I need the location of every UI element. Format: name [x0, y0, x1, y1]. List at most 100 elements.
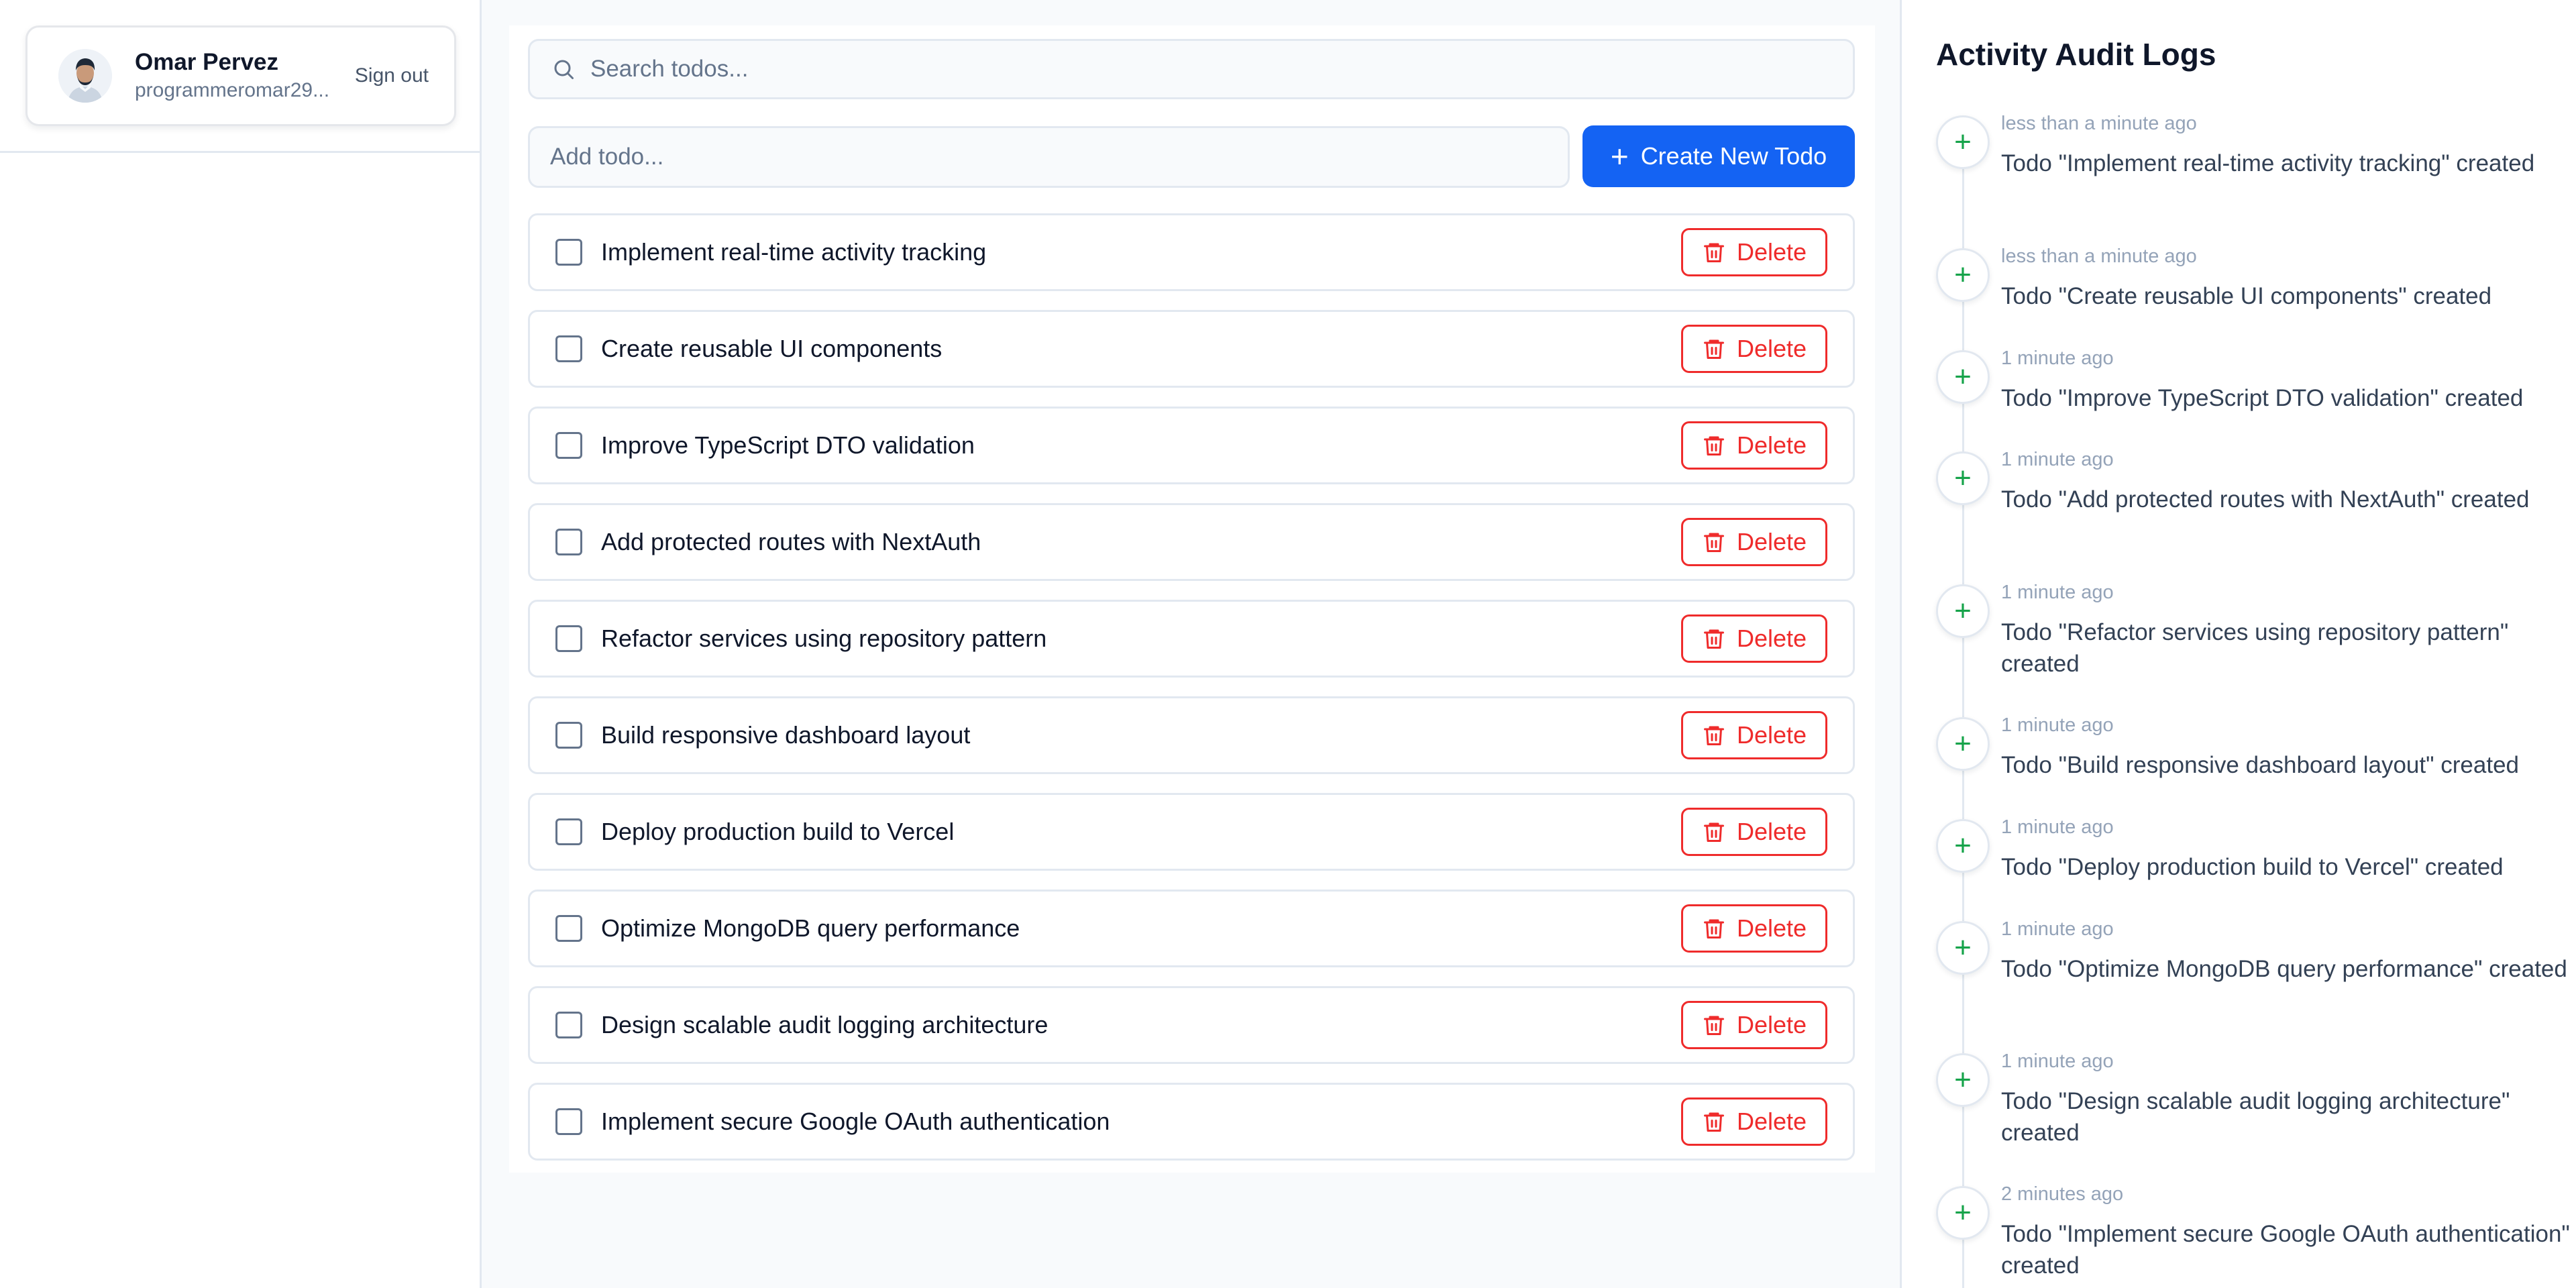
plus-icon: + — [1936, 819, 1990, 873]
trash-icon — [1703, 533, 1724, 552]
log-timestamp: 1 minute ago — [2001, 347, 2114, 369]
log-timestamp: 1 minute ago — [2001, 1051, 2114, 1072]
audit-title: Activity Audit Logs — [1936, 37, 2216, 72]
todo-text: Add protected routes with NextAuth — [601, 528, 981, 555]
avatar — [58, 49, 112, 103]
trash-icon — [1703, 1112, 1724, 1132]
delete-button[interactable]: Delete — [1681, 614, 1827, 663]
todo-checkbox[interactable] — [555, 722, 582, 749]
sign-out-button[interactable]: Sign out — [355, 64, 429, 87]
plus-icon: + — [1936, 115, 1990, 169]
create-todo-label: Create New Todo — [1640, 142, 1827, 170]
todo-checkbox[interactable] — [555, 432, 582, 459]
log-timestamp: 1 minute ago — [2001, 816, 2114, 838]
delete-label: Delete — [1736, 818, 1807, 845]
todo-text: Design scalable audit logging architectu… — [601, 1011, 1049, 1038]
delete-label: Delete — [1736, 238, 1807, 266]
todo-panel: + Create New Todo Implement real-time ac… — [509, 25, 1875, 1173]
log-message: Todo "Design scalable audit logging arch… — [2001, 1088, 2510, 1146]
user-email: programmeromar29... — [135, 79, 330, 101]
delete-label: Delete — [1736, 1011, 1807, 1038]
delete-button[interactable]: Delete — [1681, 904, 1827, 953]
delete-button[interactable]: Delete — [1681, 325, 1827, 373]
todo-item: Design scalable audit logging architectu… — [528, 986, 1855, 1064]
trash-icon — [1703, 436, 1724, 455]
plus-icon: + — [1936, 350, 1990, 404]
log-timestamp: 2 minutes ago — [2001, 1183, 2124, 1205]
log-message: Todo "Implement real-time activity track… — [2001, 150, 2535, 176]
search-input[interactable] — [590, 56, 1798, 83]
plus-icon: + — [1936, 717, 1990, 771]
todo-text: Create reusable UI components — [601, 335, 943, 362]
todo-text: Build responsive dashboard layout — [601, 721, 971, 749]
delete-button[interactable]: Delete — [1681, 1001, 1827, 1049]
todo-item: Implement secure Google OAuth authentica… — [528, 1083, 1855, 1161]
log-message: Todo "Build responsive dashboard layout"… — [2001, 752, 2519, 778]
add-todo-input[interactable] — [528, 126, 1570, 188]
delete-button[interactable]: Delete — [1681, 228, 1827, 276]
log-timestamp: 1 minute ago — [2001, 918, 2114, 940]
timeline-line — [1962, 140, 1964, 1288]
todo-text: Deploy production build to Vercel — [601, 818, 955, 845]
todo-item: Improve TypeScript DTO validation Delete — [528, 407, 1855, 484]
todo-item: Deploy production build to Vercel Delete — [528, 793, 1855, 871]
todo-item: Build responsive dashboard layout Delete — [528, 696, 1855, 774]
todo-checkbox[interactable] — [555, 1012, 582, 1038]
trash-icon — [1703, 726, 1724, 745]
todo-checkbox[interactable] — [555, 818, 582, 845]
delete-button[interactable]: Delete — [1681, 711, 1827, 759]
log-timestamp: less than a minute ago — [2001, 246, 2197, 267]
plus-icon: + — [1936, 1186, 1990, 1240]
log-timestamp: 1 minute ago — [2001, 582, 2114, 603]
user-avatar-icon — [58, 49, 112, 103]
todo-item: Optimize MongoDB query performance Delete — [528, 890, 1855, 967]
user-card: Omar Pervez programmeromar29... Sign out — [25, 25, 456, 126]
todo-item: Add protected routes with NextAuth Delete — [528, 503, 1855, 581]
trash-icon — [1703, 339, 1724, 359]
trash-icon — [1703, 243, 1724, 262]
plus-icon: + — [1936, 1053, 1990, 1107]
user-name: Omar Pervez — [135, 49, 279, 75]
todo-checkbox[interactable] — [555, 625, 582, 652]
log-timestamp: 1 minute ago — [2001, 714, 2114, 736]
log-timestamp: less than a minute ago — [2001, 113, 2197, 134]
search-icon — [554, 60, 574, 79]
delete-label: Delete — [1736, 335, 1807, 362]
delete-label: Delete — [1736, 431, 1807, 459]
plus-icon: + — [1936, 248, 1990, 302]
create-todo-button[interactable]: + Create New Todo — [1582, 125, 1855, 187]
todo-list: Implement real-time activity tracking Del… — [528, 213, 1855, 1179]
user-info: Omar Pervez programmeromar29... — [135, 48, 355, 104]
log-message: Todo "Create reusable UI components" cre… — [2001, 283, 2492, 309]
delete-button[interactable]: Delete — [1681, 808, 1827, 856]
delete-button[interactable]: Delete — [1681, 1097, 1827, 1146]
delete-button[interactable]: Delete — [1681, 518, 1827, 566]
delete-button[interactable]: Delete — [1681, 421, 1827, 470]
main-content: + Create New Todo Implement real-time ac… — [484, 0, 1900, 1288]
plus-icon: + — [1610, 139, 1629, 174]
search-box[interactable] — [528, 39, 1855, 99]
delete-label: Delete — [1736, 914, 1807, 942]
delete-label: Delete — [1736, 625, 1807, 652]
todo-text: Implement real-time activity tracking — [601, 238, 987, 266]
sidebar-header: Omar Pervez programmeromar29... Sign out — [0, 0, 480, 153]
todo-item: Create reusable UI components Delete — [528, 310, 1855, 388]
todo-checkbox[interactable] — [555, 239, 582, 266]
todo-checkbox[interactable] — [555, 529, 582, 555]
todo-checkbox[interactable] — [555, 1108, 582, 1135]
todo-text: Refactor services using repository patte… — [601, 625, 1047, 652]
todo-checkbox[interactable] — [555, 915, 582, 942]
sidebar: Omar Pervez programmeromar29... Sign out — [0, 0, 482, 1288]
todo-text: Implement secure Google OAuth authentica… — [601, 1108, 1110, 1135]
plus-icon: + — [1936, 921, 1990, 975]
log-message: Todo "Deploy production build to Vercel"… — [2001, 854, 2504, 880]
delete-label: Delete — [1736, 721, 1807, 749]
log-message: Todo "Optimize MongoDB query performance… — [2001, 956, 2567, 982]
log-message: Todo "Refactor services using repository… — [2001, 619, 2509, 677]
trash-icon — [1703, 629, 1724, 649]
trash-icon — [1703, 822, 1724, 842]
log-message: Todo "Implement secure Google OAuth auth… — [2001, 1221, 2570, 1279]
todo-item: Implement real-time activity tracking Del… — [528, 213, 1855, 291]
todo-checkbox[interactable] — [555, 335, 582, 362]
delete-label: Delete — [1736, 528, 1807, 555]
